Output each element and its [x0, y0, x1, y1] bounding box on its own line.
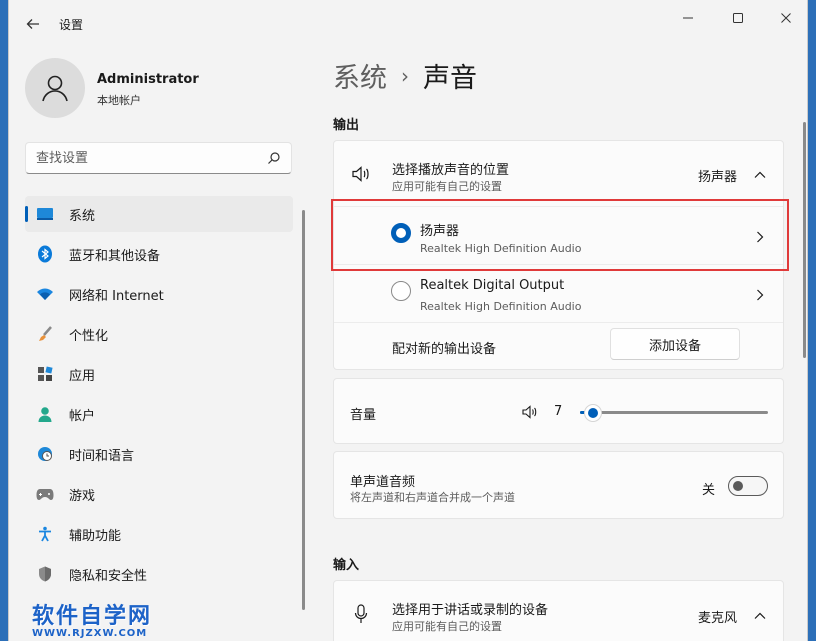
volume-value: 7 [554, 404, 563, 419]
choose-output-value: 扬声器 [698, 170, 738, 185]
sidebar-item-label: 游戏 [69, 488, 96, 504]
back-arrow-icon [26, 19, 39, 29]
bluetooth-icon [35, 244, 55, 264]
output-device-name: 扬声器 [420, 224, 460, 239]
mono-audio-title: 单声道音频 [350, 475, 416, 490]
output-card: 选择播放声音的位置 应用可能有自己的设置 扬声器 扬声器 Realtek Hig… [333, 140, 784, 370]
watermark-url-text: WWW.RJZXW.COM [32, 628, 148, 639]
close-button[interactable] [763, 6, 807, 30]
output-section-title: 输出 [333, 118, 360, 133]
close-icon [781, 13, 791, 23]
sidebar-nav: 系统 蓝牙和其他设备 网络和 Internet 个性化 应用 帐户 时间和语言 … [25, 196, 293, 596]
account-type: 本地帐户 [97, 94, 141, 107]
chevron-up-icon[interactable] [752, 167, 768, 183]
choose-output-subtitle: 应用可能有自己的设置 [392, 180, 502, 193]
choose-input-title: 选择用于讲话或录制的设备 [392, 603, 549, 618]
watermark-logo: 软件自学网 WWW.RJZXW.COM [32, 598, 152, 639]
search-icon[interactable] [267, 151, 281, 165]
output-device-radio[interactable] [391, 281, 411, 301]
settings-window: 设置 Administrator 本地帐户 系统 [8, 0, 808, 641]
maximize-icon [733, 13, 743, 23]
sidebar-item-label: 个性化 [69, 328, 109, 344]
minimize-icon [683, 17, 693, 19]
shield-icon [35, 564, 55, 584]
volume-slider[interactable] [580, 411, 768, 414]
search-input[interactable] [36, 143, 256, 173]
output-device-detail: Realtek High Definition Audio [420, 300, 582, 313]
sidebar-item-personalization[interactable]: 个性化 [25, 316, 293, 352]
title-bar: 设置 [9, 0, 807, 48]
speaker-icon[interactable] [522, 405, 538, 419]
choose-input-subtitle: 应用可能有自己的设置 [392, 620, 502, 633]
accessibility-icon [35, 524, 55, 544]
sidebar-item-time-language[interactable]: 时间和语言 [25, 436, 293, 472]
search-box [25, 142, 292, 174]
sidebar-item-network[interactable]: 网络和 Internet [25, 276, 293, 312]
output-device-name: Realtek Digital Output [420, 278, 565, 293]
input-card: 选择用于讲话或录制的设备 应用可能有自己的设置 麦克风 [333, 580, 784, 641]
gamepad-icon [35, 484, 55, 504]
choose-output-title: 选择播放声音的位置 [392, 163, 510, 178]
sidebar-item-accounts[interactable]: 帐户 [25, 396, 293, 432]
system-icon [35, 204, 55, 224]
maximize-button[interactable] [715, 6, 761, 30]
sidebar-item-privacy[interactable]: 隐私和安全性 [25, 556, 293, 592]
back-button[interactable] [21, 12, 45, 36]
sidebar-scrollbar[interactable] [302, 210, 305, 610]
chevron-right-icon[interactable] [752, 229, 768, 245]
sidebar-item-bluetooth[interactable]: 蓝牙和其他设备 [25, 236, 293, 272]
pair-output-label: 配对新的输出设备 [392, 342, 497, 357]
avatar [25, 58, 85, 118]
sidebar-item-apps[interactable]: 应用 [25, 356, 293, 392]
wifi-icon [35, 284, 55, 304]
breadcrumb: 系统 › 声音 [333, 56, 477, 95]
speaker-icon [352, 166, 369, 182]
sidebar-item-system[interactable]: 系统 [25, 196, 293, 232]
sidebar-item-label: 蓝牙和其他设备 [69, 248, 161, 264]
mono-audio-toggle[interactable] [728, 476, 768, 496]
sidebar-item-label: 网络和 Internet [69, 288, 164, 304]
sidebar-item-label: 隐私和安全性 [69, 568, 148, 584]
choose-input-value: 麦克风 [698, 611, 738, 626]
minimize-button[interactable] [665, 6, 711, 30]
choose-output-row[interactable]: 选择播放声音的位置 应用可能有自己的设置 扬声器 [334, 141, 783, 207]
user-name: Administrator [97, 72, 199, 87]
volume-label: 音量 [350, 408, 377, 423]
sidebar-item-accessibility[interactable]: 辅助功能 [25, 516, 293, 552]
window-title: 设置 [59, 18, 84, 32]
user-account[interactable]: Administrator 本地帐户 [25, 58, 305, 118]
mono-audio-state: 关 [702, 483, 716, 498]
mono-audio-card: 单声道音频 将左声道和右声道合并成一个声道 关 [333, 451, 784, 519]
output-device-row[interactable]: 扬声器 Realtek High Definition Audio [334, 207, 783, 265]
breadcrumb-separator: › [401, 63, 409, 88]
watermark-main-text: 软件自学网 [32, 604, 153, 629]
chevron-up-icon[interactable] [752, 608, 768, 624]
output-device-detail: Realtek High Definition Audio [420, 242, 582, 255]
microphone-icon [354, 604, 368, 623]
pair-output-row: 配对新的输出设备 添加设备 [334, 323, 783, 369]
sidebar-item-gaming[interactable]: 游戏 [25, 476, 293, 512]
sidebar-item-label: 时间和语言 [69, 448, 135, 464]
person-icon [35, 404, 55, 424]
clock-globe-icon [35, 444, 55, 464]
add-device-button[interactable]: 添加设备 [610, 328, 740, 360]
choose-input-row[interactable]: 选择用于讲话或录制的设备 应用可能有自己的设置 麦克风 [334, 581, 783, 641]
output-device-row[interactable]: Realtek Digital Output Realtek High Defi… [334, 265, 783, 323]
chevron-right-icon[interactable] [752, 287, 768, 303]
sidebar-item-label: 应用 [69, 368, 96, 384]
sidebar-item-label: 系统 [69, 208, 96, 224]
person-avatar-icon [42, 75, 68, 102]
mono-audio-subtitle: 将左声道和右声道合并成一个声道 [350, 491, 515, 504]
apps-icon [35, 364, 55, 384]
input-section-title: 输入 [333, 558, 360, 573]
page-title: 声音 [423, 63, 477, 94]
sidebar-item-label: 辅助功能 [69, 528, 122, 544]
brush-icon [35, 324, 55, 344]
sidebar-item-label: 帐户 [69, 408, 96, 424]
content-scrollbar[interactable] [803, 122, 806, 358]
breadcrumb-parent[interactable]: 系统 [333, 56, 387, 95]
output-device-radio[interactable] [391, 223, 411, 243]
